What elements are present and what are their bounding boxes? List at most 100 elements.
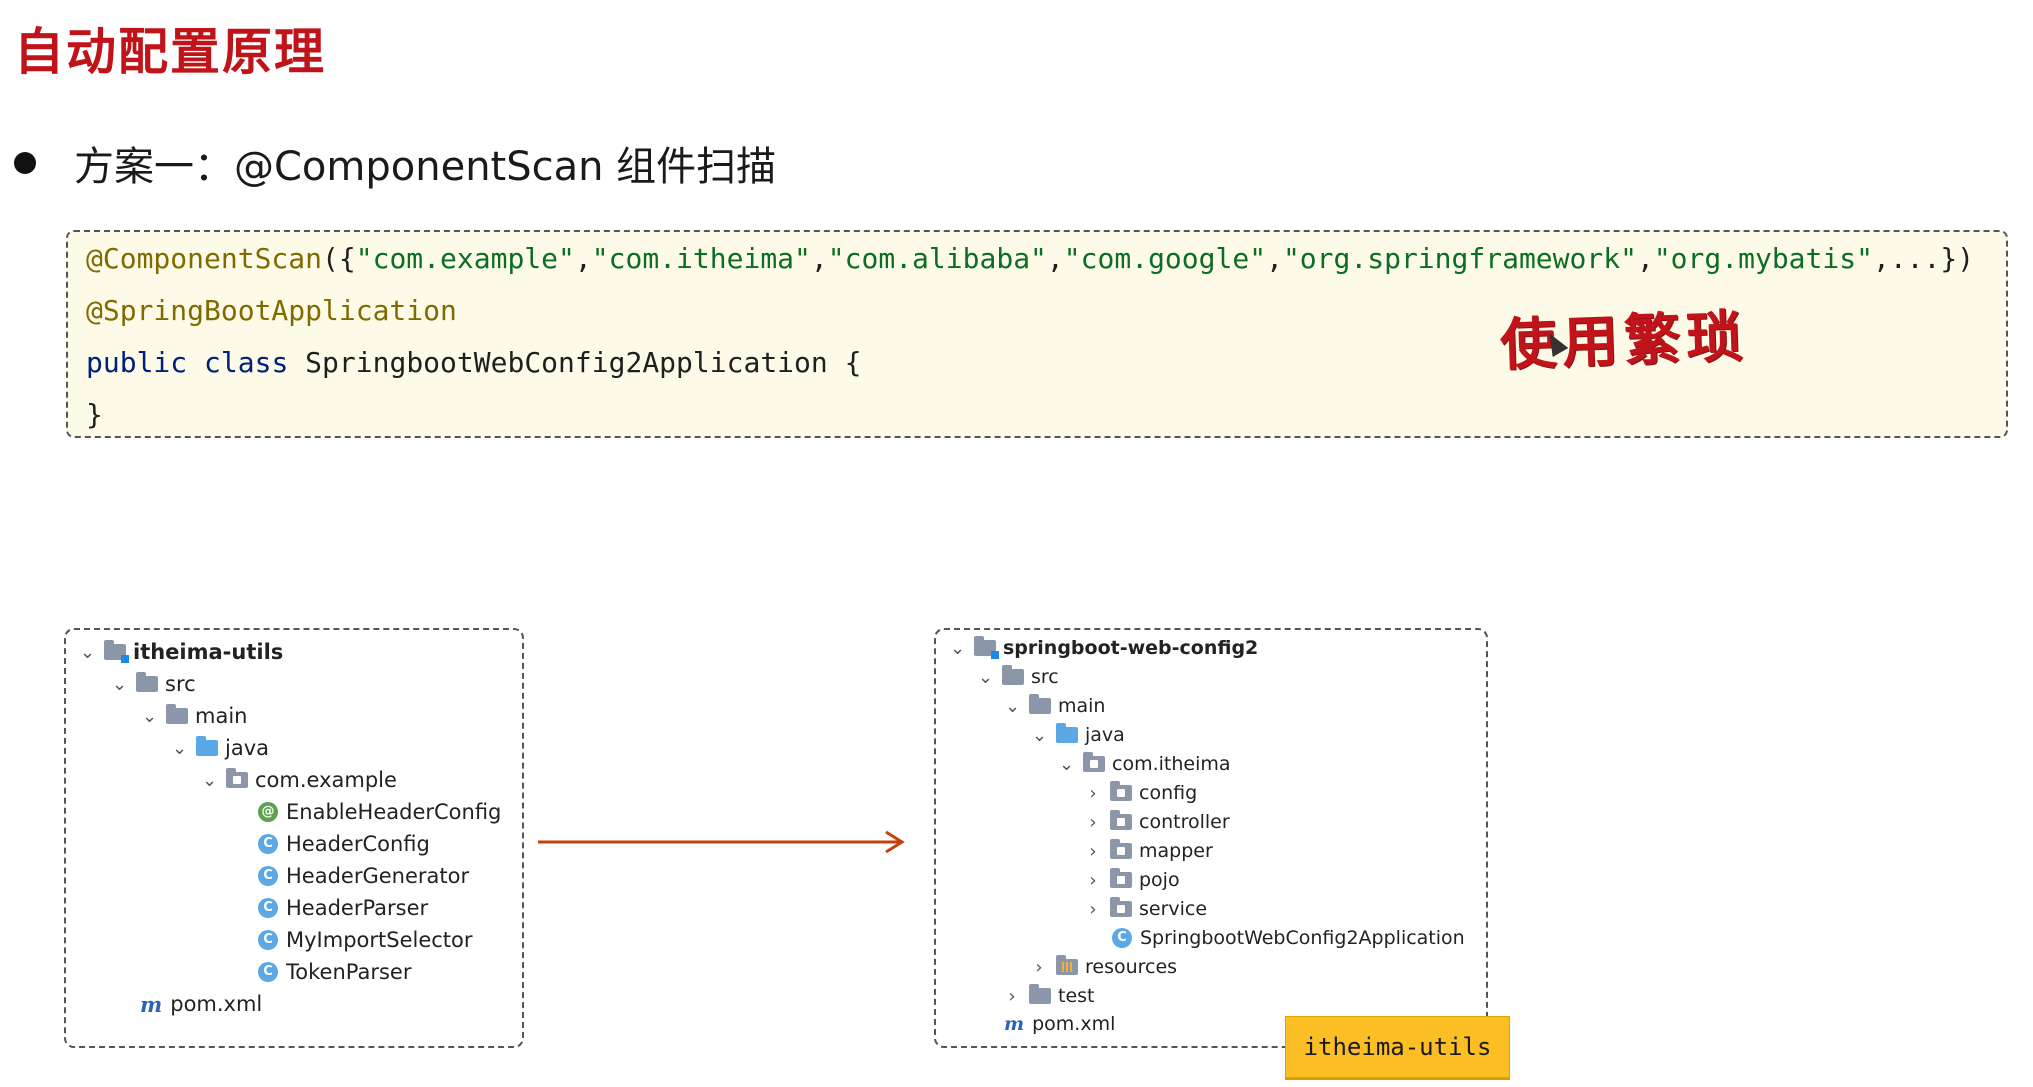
spring-boot-class-icon: C [1112, 928, 1132, 948]
chevron-right-icon[interactable]: › [1086, 783, 1100, 804]
tree-node-subpackage[interactable]: › controller [1086, 808, 1230, 836]
component-scan-annotation: @ComponentScan [86, 242, 323, 275]
package-icon [1110, 810, 1132, 830]
separator: , [574, 242, 592, 275]
tree-node-class[interactable]: C MyImportSelector [258, 924, 473, 956]
separator: , [1046, 242, 1064, 275]
package-string: "org.mybatis" [1653, 242, 1873, 275]
chevron-down-icon[interactable]: ⌄ [950, 638, 965, 659]
tree-node-class[interactable]: C TokenParser [258, 956, 411, 988]
package-string: "com.google" [1063, 242, 1267, 275]
tree-node-label: HeaderConfig [286, 832, 430, 856]
tree-node-label: TokenParser [286, 960, 412, 984]
chevron-down-icon[interactable]: ⌄ [112, 674, 127, 695]
source-folder-icon [196, 736, 218, 756]
scan-open: ({ [322, 242, 356, 275]
tree-node-label: mapper [1139, 840, 1213, 862]
tree-node-label: itheima-utils [133, 640, 284, 664]
tree-node-class[interactable]: C HeaderParser [258, 892, 428, 924]
package-string: "com.alibaba" [827, 242, 1047, 275]
tree-node-subpackage[interactable]: › service [1086, 895, 1207, 923]
separator: , [1266, 242, 1283, 275]
tree-node-label: HeaderGenerator [286, 864, 470, 888]
tree-node-label: main [1058, 695, 1106, 717]
folder-icon [136, 672, 158, 692]
tree-node-package[interactable]: ⌄ com.example [202, 764, 397, 796]
class-icon: C [258, 898, 278, 918]
tree-node-class[interactable]: @ EnableHeaderConfig [258, 796, 501, 828]
tree-node-label: src [1031, 666, 1059, 688]
tree-node-java[interactable]: ⌄ java [172, 732, 269, 764]
tree-node-subpackage[interactable]: › pojo [1086, 866, 1180, 894]
chevron-right-icon[interactable]: › [1086, 812, 1100, 833]
class-icon: C [258, 930, 278, 950]
tree-node-class[interactable]: C HeaderConfig [258, 828, 430, 860]
class-declaration: SpringbootWebConfig2Application { [305, 346, 862, 379]
package-string: "org.springframework" [1282, 242, 1637, 275]
tree-node-pom[interactable]: m pom.xml [140, 988, 262, 1020]
tree-node-src[interactable]: ⌄ src [112, 668, 196, 700]
package-string: "com.itheima" [591, 242, 811, 275]
tree-node-package[interactable]: ⌄ com.itheima [1059, 750, 1231, 778]
tree-node-label: main [195, 704, 248, 728]
tree-node-main[interactable]: ⌄ main [1005, 692, 1105, 720]
class-icon: C [258, 866, 278, 886]
tree-node-test[interactable]: › test [1005, 982, 1095, 1010]
folder-icon [166, 704, 188, 724]
source-folder-icon [1056, 723, 1078, 743]
folder-icon [1029, 694, 1051, 714]
annotation-icon: @ [258, 802, 278, 822]
arrow-right-icon [538, 830, 905, 854]
tree-node-label: src [165, 672, 196, 696]
tree-node-label: MyImportSelector [286, 928, 473, 952]
chevron-down-icon[interactable]: ⌄ [172, 738, 187, 759]
closing-brace: } [86, 398, 103, 431]
tree-node-subpackage[interactable]: › config [1086, 779, 1197, 807]
chevron-right-icon[interactable]: › [1086, 899, 1100, 920]
tree-node-class[interactable]: C HeaderGenerator [258, 860, 469, 892]
tree-node-label: config [1139, 782, 1198, 804]
chevron-down-icon[interactable]: ⌄ [1032, 725, 1047, 746]
bullet-item: 方案一：@ComponentScan 组件扫描 [14, 134, 776, 192]
folder-icon [1002, 665, 1024, 685]
chevron-down-icon[interactable]: ⌄ [978, 667, 993, 688]
chevron-down-icon[interactable]: ⌄ [1059, 754, 1074, 775]
package-icon [1110, 839, 1132, 859]
chevron-down-icon[interactable]: ⌄ [80, 642, 95, 663]
code-line-class-declaration: public class SpringbootWebConfig2Applica… [86, 346, 861, 379]
tree-node-pom[interactable]: m pom.xml [1004, 1010, 1115, 1038]
chevron-right-icon[interactable]: › [1032, 957, 1046, 978]
chevron-down-icon[interactable]: ⌄ [1005, 696, 1020, 717]
handwritten-note: 使用繁琐 [1499, 303, 1750, 379]
tree-node-src[interactable]: ⌄ src [978, 663, 1059, 691]
tree-node-main[interactable]: ⌄ main [142, 700, 247, 732]
separator: , [1636, 242, 1654, 275]
chevron-down-icon[interactable]: ⌄ [142, 706, 157, 727]
tree-node-label: com.example [255, 768, 397, 792]
tree-node-java[interactable]: ⌄ java [1032, 721, 1125, 749]
chevron-right-icon[interactable]: › [1086, 870, 1100, 891]
tree-node-root[interactable]: ⌄ springboot-web-config2 [950, 634, 1258, 662]
tree-node-label: com.itheima [1112, 753, 1231, 775]
tree-node-label: service [1139, 898, 1208, 920]
package-icon [1083, 752, 1105, 772]
tree-node-label: HeaderParser [286, 896, 429, 920]
module-folder-icon [104, 640, 129, 663]
chevron-right-icon[interactable]: › [1005, 986, 1019, 1007]
tree-node-label: resources [1085, 956, 1178, 978]
separator: , [810, 242, 828, 275]
dependency-badge: itheima-utils [1285, 1016, 1510, 1078]
tree-node-label: pom.xml [1032, 1013, 1116, 1035]
tree-node-resources[interactable]: › resources [1032, 953, 1177, 981]
tree-node-label: SpringbootWebConfig2Application [1140, 927, 1465, 949]
tree-node-label: test [1058, 985, 1095, 1007]
chevron-down-icon[interactable]: ⌄ [202, 770, 217, 791]
code-line-component-scan: @ComponentScan({"com.example","com.ithei… [86, 242, 1974, 275]
tree-node-subpackage[interactable]: › mapper [1086, 837, 1213, 865]
tree-node-label: EnableHeaderConfig [286, 800, 502, 824]
tree-node-root[interactable]: ⌄ itheima-utils [80, 636, 283, 668]
tree-node-label: pojo [1139, 869, 1180, 891]
chevron-right-icon[interactable]: › [1086, 841, 1100, 862]
resources-folder-icon [1056, 955, 1078, 975]
tree-node-app-class[interactable]: C SpringbootWebConfig2Application [1112, 924, 1465, 952]
